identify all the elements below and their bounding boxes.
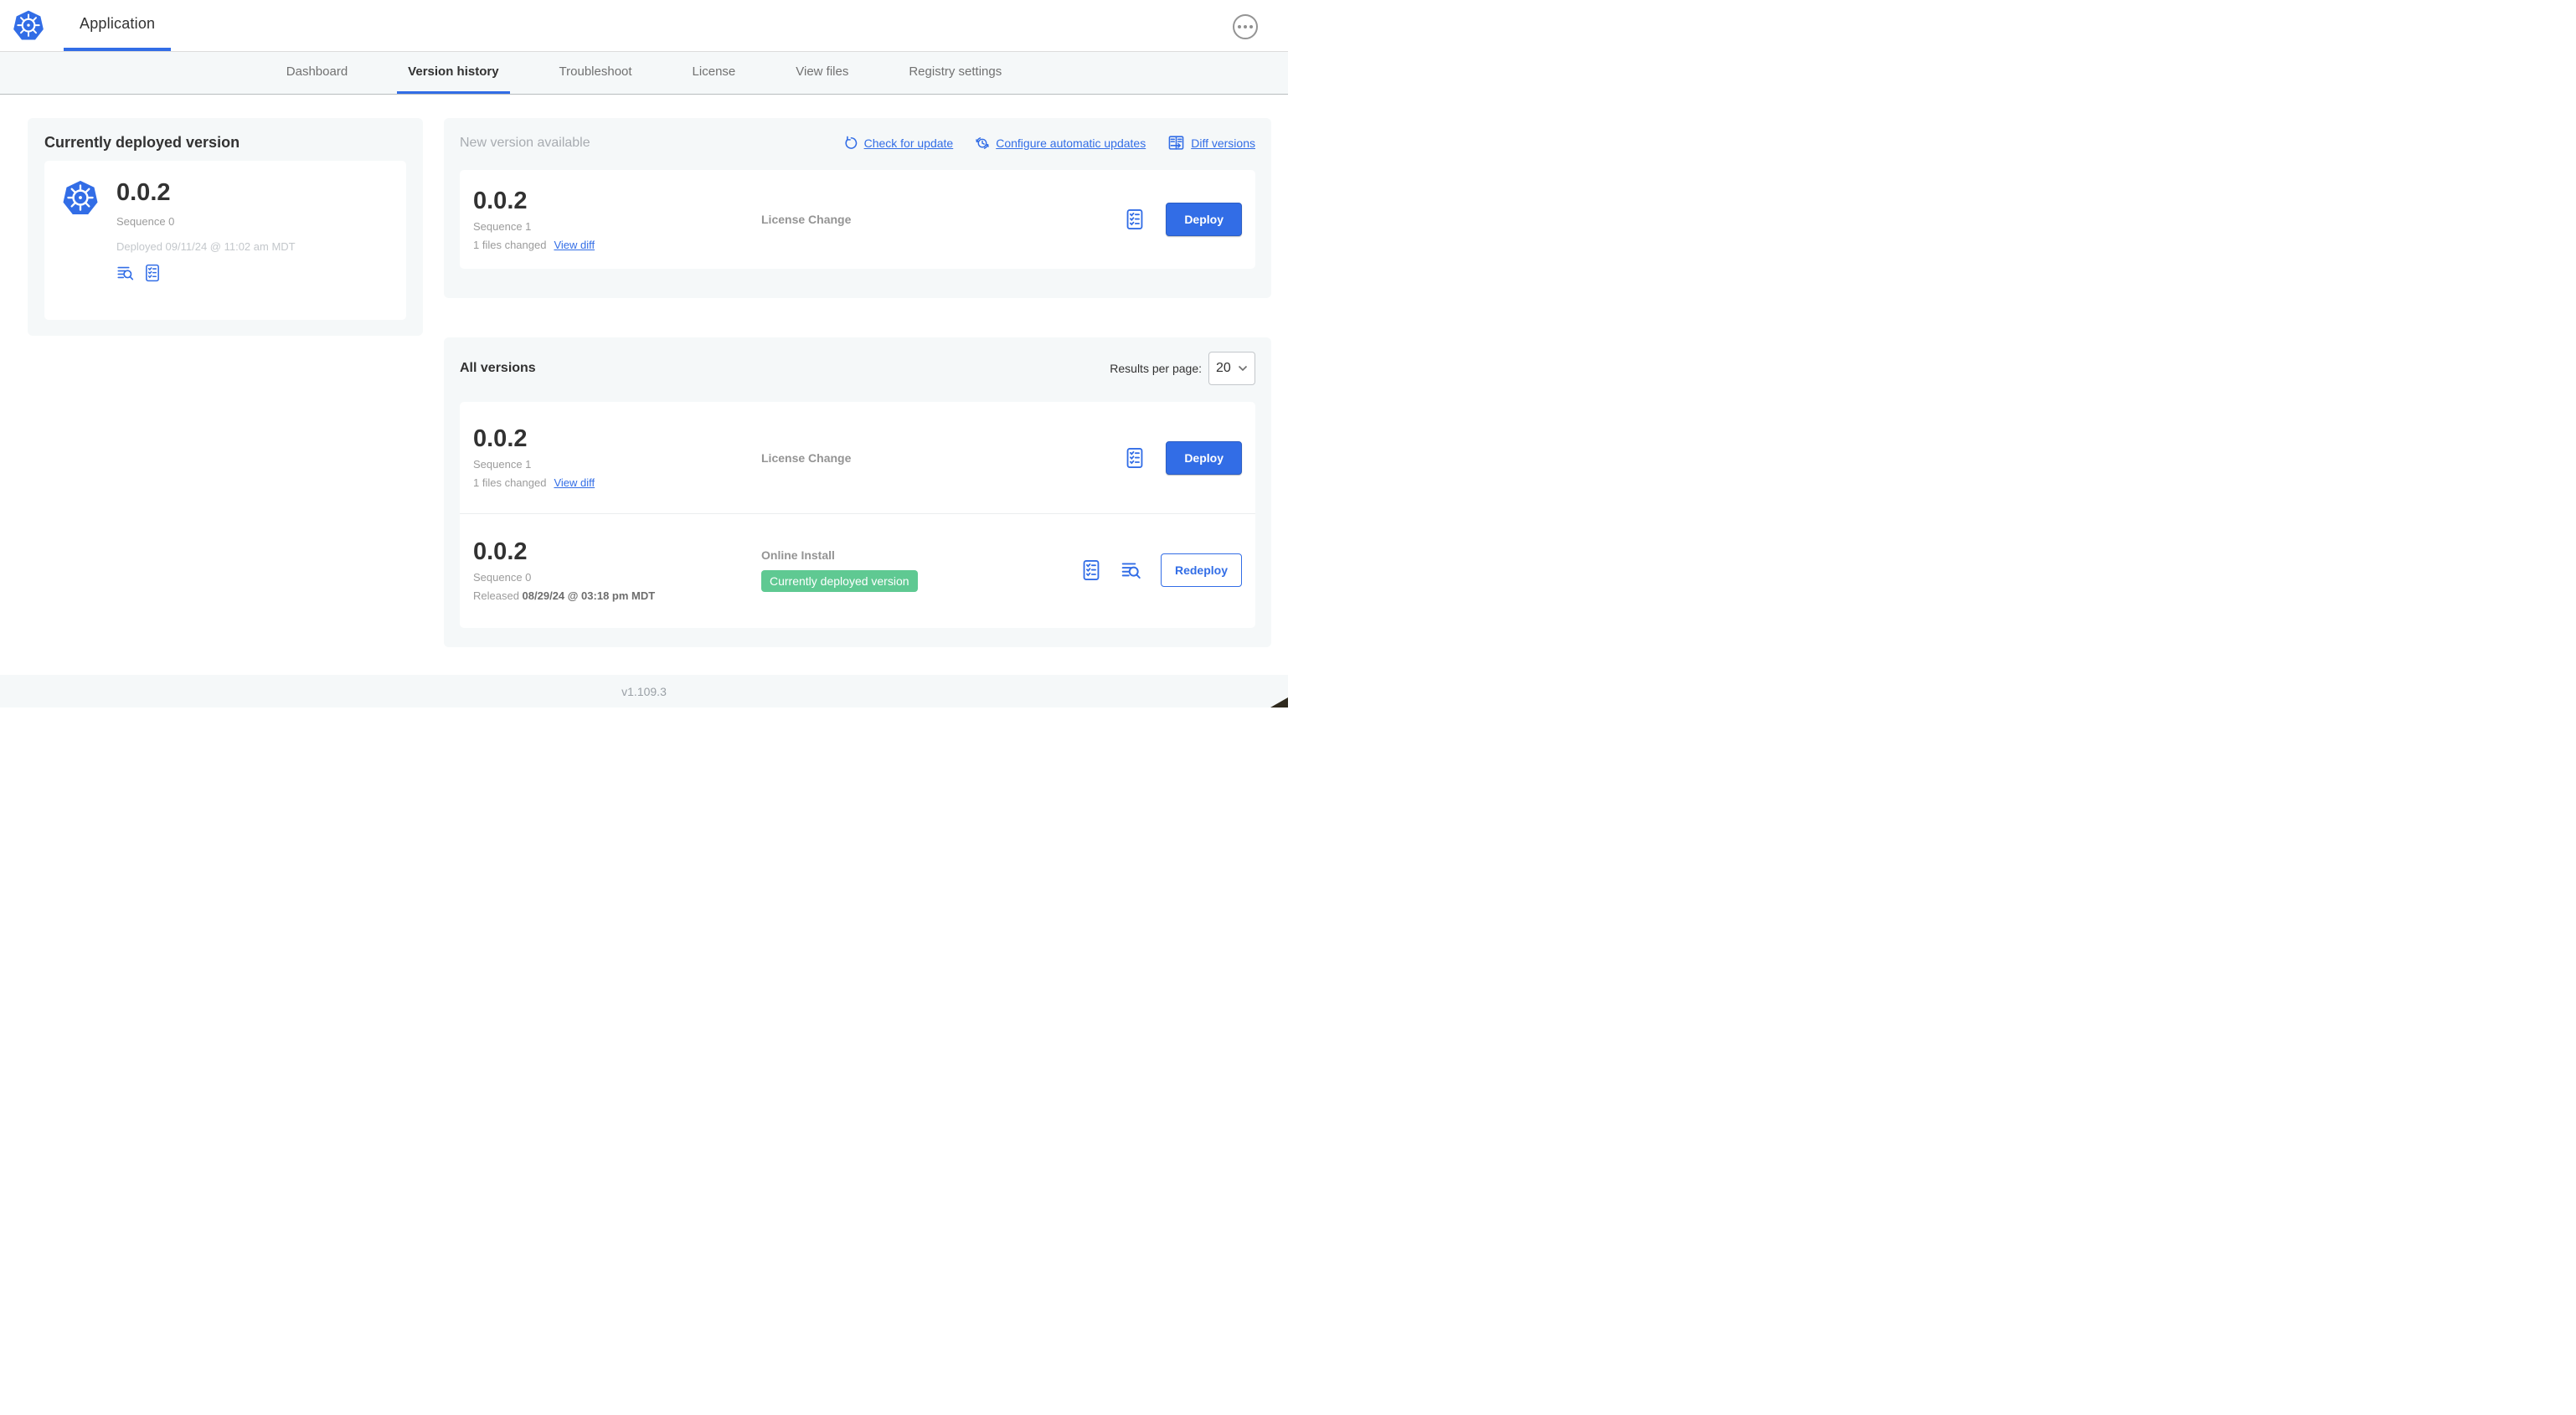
version-released-timestamp: Released 08/29/24 @ 03:18 pm MDT	[473, 589, 656, 602]
chevron-down-icon	[1238, 365, 1248, 372]
files-changed-label: 1 files changed	[473, 238, 547, 251]
all-versions-title: All versions	[460, 361, 536, 375]
view-diff-link[interactable]: View diff	[554, 239, 595, 251]
files-changed-label: 1 files changed	[473, 476, 547, 489]
results-per-page-value: 20	[1216, 361, 1231, 375]
version-source-label: License Change	[761, 450, 852, 465]
deploy-button[interactable]: Deploy	[1166, 440, 1242, 475]
current-version-number: 0.0.2	[116, 179, 171, 206]
version-number: 0.0.2	[473, 425, 528, 452]
version-row: 0.0.2 Sequence 0 Released 08/29/24 @ 03:…	[460, 514, 1255, 626]
app-tab-label: Application	[80, 15, 156, 32]
preflight-checklist-icon[interactable]	[143, 264, 162, 282]
results-per-page-select[interactable]: 20	[1208, 352, 1255, 385]
diff-icon	[1168, 136, 1184, 150]
currently-deployed-panel: Currently deployed version 0.0.2 Sequenc…	[28, 118, 423, 336]
check-for-update-link[interactable]: Check for update	[843, 136, 954, 151]
redeploy-button[interactable]: Redeploy	[1160, 553, 1242, 587]
diff-versions-link[interactable]: Diff versions	[1167, 134, 1255, 152]
more-options-button[interactable]	[1233, 14, 1258, 39]
current-version-deployed-timestamp: Deployed 09/11/24 @ 11:02 am MDT	[116, 240, 296, 253]
app-tab[interactable]: Application	[64, 0, 172, 51]
top-header: Application	[0, 0, 1288, 52]
version-sequence: Sequence 1	[473, 458, 532, 471]
console-version-label: v1.109.3	[621, 684, 667, 698]
diff-versions-label: Diff versions	[1191, 136, 1255, 150]
version-sequence: Sequence 1	[473, 219, 532, 233]
tab-registry-settings[interactable]: Registry settings	[898, 52, 1012, 94]
version-source-label: License Change	[761, 213, 852, 226]
tab-license[interactable]: License	[682, 52, 747, 94]
all-versions-card: 0.0.2 Sequence 1 1 files changed View di…	[460, 402, 1255, 628]
configure-automatic-updates-label: Configure automatic updates	[996, 136, 1146, 150]
new-version-card: 0.0.2 Sequence 1 1 files changed View di…	[460, 170, 1255, 269]
new-version-title: New version available	[460, 135, 590, 150]
preflight-checklist-icon[interactable]	[1124, 208, 1146, 230]
logs-icon[interactable]	[116, 264, 135, 282]
kubernetes-logo-icon	[12, 0, 45, 51]
tab-version-history[interactable]: Version history	[397, 52, 510, 94]
current-version-sequence: Sequence 0	[116, 215, 175, 228]
logs-icon[interactable]	[1121, 559, 1142, 581]
deploy-button[interactable]: Deploy	[1166, 203, 1242, 236]
footer: v1.109.3	[0, 675, 1288, 708]
configure-automatic-updates-link[interactable]: Configure automatic updates	[975, 136, 1146, 151]
tab-view-files[interactable]: View files	[785, 52, 859, 94]
refresh-icon	[845, 136, 857, 149]
new-version-panel: New version available Check for update C…	[444, 118, 1271, 298]
new-version-row: 0.0.2 Sequence 1 1 files changed View di…	[473, 188, 1242, 251]
preflight-checklist-icon[interactable]	[1124, 447, 1146, 469]
ellipsis-icon	[1238, 25, 1241, 28]
results-per-page-label: Results per page:	[1110, 362, 1202, 375]
currently-deployed-title: Currently deployed version	[44, 134, 240, 151]
version-number: 0.0.2	[473, 187, 528, 214]
admin-console-page: Application Dashboard Version history Tr…	[0, 0, 1288, 708]
preflight-checklist-icon[interactable]	[1080, 559, 1102, 581]
schedule-update-icon	[976, 136, 989, 149]
version-sequence: Sequence 0	[473, 570, 532, 584]
app-subnav: Dashboard Version history Troubleshoot L…	[0, 52, 1288, 95]
currently-deployed-badge: Currently deployed version	[761, 570, 918, 592]
version-number: 0.0.2	[473, 538, 528, 565]
currently-deployed-card: 0.0.2 Sequence 0 Deployed 09/11/24 @ 11:…	[44, 161, 406, 320]
view-diff-link[interactable]: View diff	[554, 476, 595, 489]
version-source-label: Online Install	[761, 548, 835, 562]
kubernetes-app-icon	[61, 179, 100, 301]
tab-dashboard[interactable]: Dashboard	[276, 52, 358, 94]
version-row: 0.0.2 Sequence 1 1 files changed View di…	[460, 402, 1255, 514]
tab-troubleshoot[interactable]: Troubleshoot	[549, 52, 643, 94]
all-versions-panel: All versions Results per page: 20 0.0.2 …	[444, 337, 1271, 647]
check-for-update-label: Check for update	[863, 136, 954, 150]
